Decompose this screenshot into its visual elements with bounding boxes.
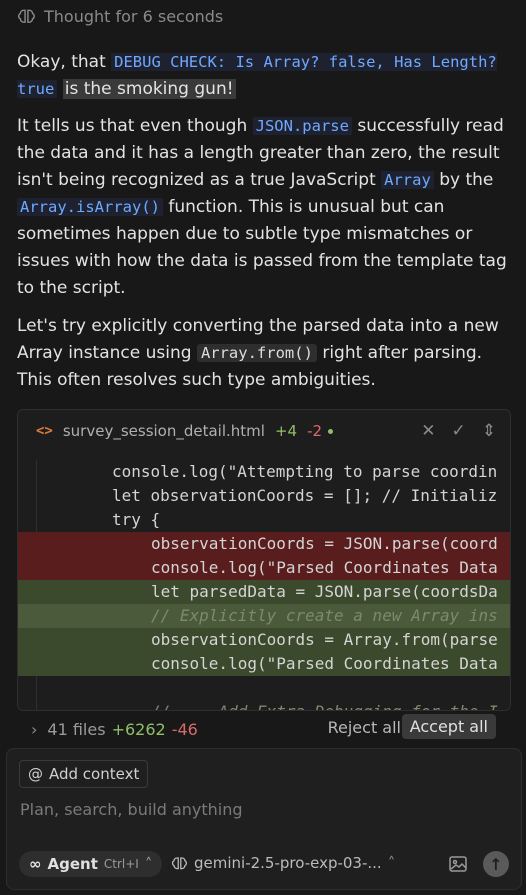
text: Okay, that	[17, 52, 112, 72]
chevron-up-icon: ˄	[144, 855, 153, 873]
highlighted-text: is the smoking gun!	[62, 79, 236, 99]
text: by the	[433, 170, 494, 190]
agent-label: Agent	[47, 855, 98, 873]
diff-line-text: // Explicitly create a new Array ins	[151, 606, 498, 625]
brain-icon	[171, 856, 188, 869]
diff-line-ctx	[18, 676, 510, 700]
send-button[interactable]: ↑	[483, 851, 509, 877]
inline-code: Array.isArray()	[17, 198, 163, 216]
files-count[interactable]: 41 files	[47, 720, 105, 739]
diff-code-area[interactable]: console.log("Attempting to parse coordin…	[18, 460, 510, 710]
diff-line-ad: console.log("Parsed Coordinates Data	[18, 652, 510, 676]
chevron-right-icon[interactable]: ›	[31, 720, 37, 739]
message-paragraph-3: Let's try explicitly converting the pars…	[17, 313, 517, 394]
diff-line-ad: observationCoords = Array.from(parse	[18, 628, 510, 652]
diff-line-text: let parsedData = JSON.parse(coordsDa	[151, 582, 498, 601]
model-selector[interactable]: gemini-2.5-pro-exp-03-... ˄	[171, 854, 395, 872]
inline-code: JSON.parse	[252, 117, 352, 135]
diff-line-text: try {	[112, 510, 161, 529]
diff-line-ad2: // Explicitly create a new Array ins	[18, 604, 510, 628]
message-paragraph-1: Okay, that DEBUG CHECK: Is Array? false,…	[17, 49, 517, 103]
agent-mode-button[interactable]: ∞ Agent Ctrl+I ˄	[19, 851, 163, 877]
text: It tells us that even though	[17, 116, 253, 136]
at-icon: @	[28, 765, 43, 783]
lines-added: +4	[274, 422, 298, 440]
code-file-icon: <>	[36, 423, 53, 439]
diff-line-ctx: console.log("Attempting to parse coordin	[18, 460, 510, 484]
modified-dot-icon	[328, 428, 334, 434]
close-icon[interactable]: ✕	[421, 421, 435, 441]
lines-removed: -2	[307, 422, 323, 440]
diff-line-text: console.log("Parsed Coordinates Data	[151, 654, 498, 673]
diff-card: <> survey_session_detail.html +4 -2 ✕ ✓ …	[17, 409, 511, 711]
diff-line-text: let observationCoords = []; // Initializ	[112, 486, 498, 505]
add-context-label: Add context	[49, 765, 140, 783]
total-removed: -46	[171, 719, 198, 739]
brain-icon	[17, 9, 35, 23]
thought-label: Thought for 6 seconds	[44, 6, 224, 26]
diff-line-rm: console.log("Parsed Coordinates Data	[18, 556, 510, 580]
diff-line-ctx: let observationCoords = []; // Initializ	[18, 484, 510, 508]
accept-all-button[interactable]: Accept all	[401, 714, 496, 739]
arrow-up-icon: ↑	[489, 854, 503, 874]
model-label: gemini-2.5-pro-exp-03-...	[194, 854, 382, 872]
inline-code: Array	[381, 171, 434, 189]
diff-line-text: console.log("Attempting to parse coordin	[112, 462, 498, 481]
add-context-button[interactable]: @ Add context	[19, 760, 149, 788]
expand-collapse-icon[interactable]: ⇕	[482, 421, 496, 441]
diff-line-ad: let parsedData = JSON.parse(coordsDa	[18, 580, 510, 604]
infinity-icon: ∞	[29, 855, 42, 873]
thought-indicator[interactable]: Thought for 6 seconds	[17, 5, 223, 27]
diff-line-text: console.log("Parsed Coordinates Data	[151, 558, 498, 577]
agent-shortcut: Ctrl+I	[103, 857, 139, 871]
image-icon[interactable]	[449, 856, 467, 876]
check-icon[interactable]: ✓	[452, 421, 466, 441]
composer: @ Add context Plan, search, build anythi…	[6, 748, 522, 890]
diff-line-text: observationCoords = JSON.parse(coord	[151, 534, 498, 553]
diff-line-rm: observationCoords = JSON.parse(coord	[18, 532, 510, 556]
diff-line-ctx: // --- Add Extra Debugging for the I	[18, 700, 510, 710]
diff-line-text: // --- Add Extra Debugging for the I	[151, 700, 498, 710]
message-paragraph-2: It tells us that even though JSON.parse …	[17, 113, 517, 302]
total-added: +6262	[111, 719, 166, 739]
composer-input[interactable]: Plan, search, build anything	[20, 800, 243, 819]
inline-code: Array.from()	[196, 344, 317, 362]
files-summary-bar: › 41 files +6262 -46 Reject all Accept a…	[17, 712, 509, 746]
diff-filename[interactable]: survey_session_detail.html	[63, 422, 265, 440]
diff-line-text: observationCoords = Array.from(parse	[151, 630, 498, 649]
diff-line-ctx: try {	[18, 508, 510, 532]
reject-all-button[interactable]: Reject all	[328, 718, 401, 737]
chevron-up-icon: ˄	[387, 854, 396, 872]
